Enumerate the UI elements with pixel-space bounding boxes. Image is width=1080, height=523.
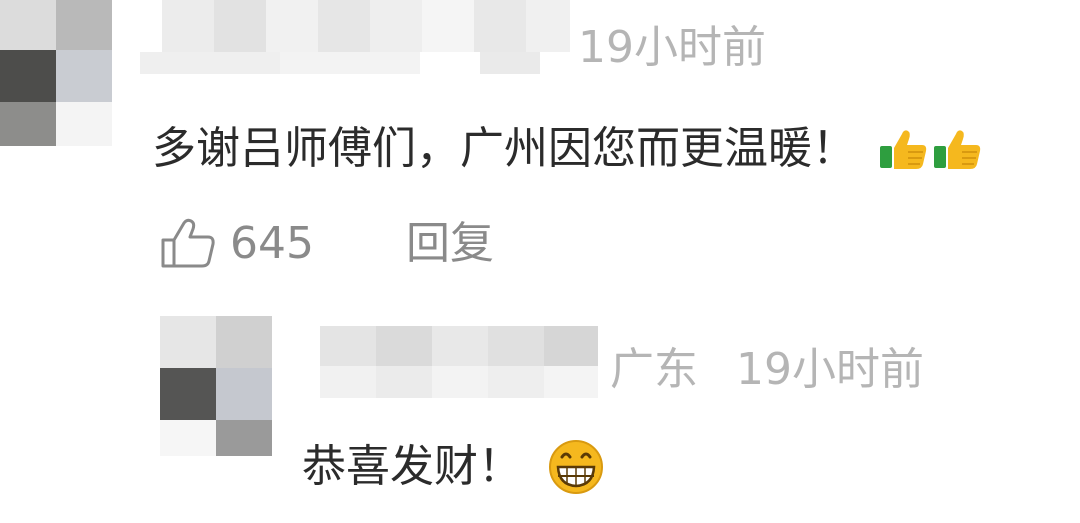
blur-block bbox=[432, 366, 488, 398]
emoji-group bbox=[878, 126, 984, 172]
avatar-pixel bbox=[0, 50, 56, 102]
blur-block bbox=[526, 0, 570, 52]
username-blurred[interactable] bbox=[308, 326, 598, 398]
blur-block bbox=[544, 326, 598, 366]
blur-block bbox=[318, 0, 370, 52]
blur-block bbox=[422, 0, 474, 52]
avatar-pixel bbox=[56, 50, 112, 102]
blur-block bbox=[370, 0, 422, 52]
avatar-pixel bbox=[0, 102, 56, 146]
blur-block bbox=[488, 326, 544, 366]
comment-timestamp: 19小时前 bbox=[578, 22, 766, 73]
thumbs-up-emoji-icon bbox=[934, 130, 981, 169]
blur-block bbox=[140, 52, 280, 74]
thumbs-up-emoji-icon bbox=[880, 130, 927, 169]
blur-block bbox=[214, 0, 266, 52]
avatar-pixel bbox=[160, 420, 216, 456]
avatar-pixel bbox=[216, 368, 272, 420]
blur-block bbox=[266, 0, 318, 52]
comment-timestamp: 19小时前 bbox=[736, 344, 924, 395]
blur-block bbox=[162, 0, 214, 52]
blur-block bbox=[320, 366, 376, 398]
avatar[interactable] bbox=[160, 316, 272, 456]
blur-block bbox=[376, 326, 432, 366]
comment-text: 多谢吕师傅们，广州因您而更温暖！ bbox=[152, 123, 856, 174]
blur-block bbox=[280, 52, 420, 74]
reply-button[interactable]: 回复 bbox=[406, 218, 494, 270]
like-icon bbox=[161, 218, 215, 268]
avatar[interactable] bbox=[0, 0, 112, 146]
grinning-face-emoji-icon bbox=[549, 440, 603, 494]
blur-block bbox=[432, 326, 488, 366]
avatar-pixel bbox=[216, 316, 272, 368]
username-blurred[interactable] bbox=[140, 0, 570, 76]
avatar-pixel bbox=[216, 420, 272, 456]
avatar-pixel bbox=[0, 0, 56, 50]
blur-block bbox=[320, 326, 376, 366]
reply-text-row: 恭喜发财！ bbox=[302, 436, 604, 498]
location-label: 广东 bbox=[610, 344, 698, 395]
blur-block bbox=[376, 366, 432, 398]
reply-meta: 广东 19小时前 bbox=[610, 344, 924, 396]
blur-block bbox=[488, 366, 544, 398]
comment-text: 恭喜发财！ bbox=[302, 441, 522, 492]
blur-block bbox=[544, 366, 598, 398]
blur-block bbox=[480, 52, 540, 74]
like-button[interactable]: 645 bbox=[160, 218, 314, 270]
avatar-pixel bbox=[56, 102, 112, 146]
avatar-pixel bbox=[160, 316, 216, 368]
blur-block bbox=[474, 0, 526, 52]
like-count: 645 bbox=[230, 218, 314, 269]
avatar-pixel bbox=[160, 368, 216, 420]
avatar-pixel bbox=[56, 0, 112, 50]
comment-text-row: 多谢吕师傅们，广州因您而更温暖！ bbox=[152, 118, 984, 180]
